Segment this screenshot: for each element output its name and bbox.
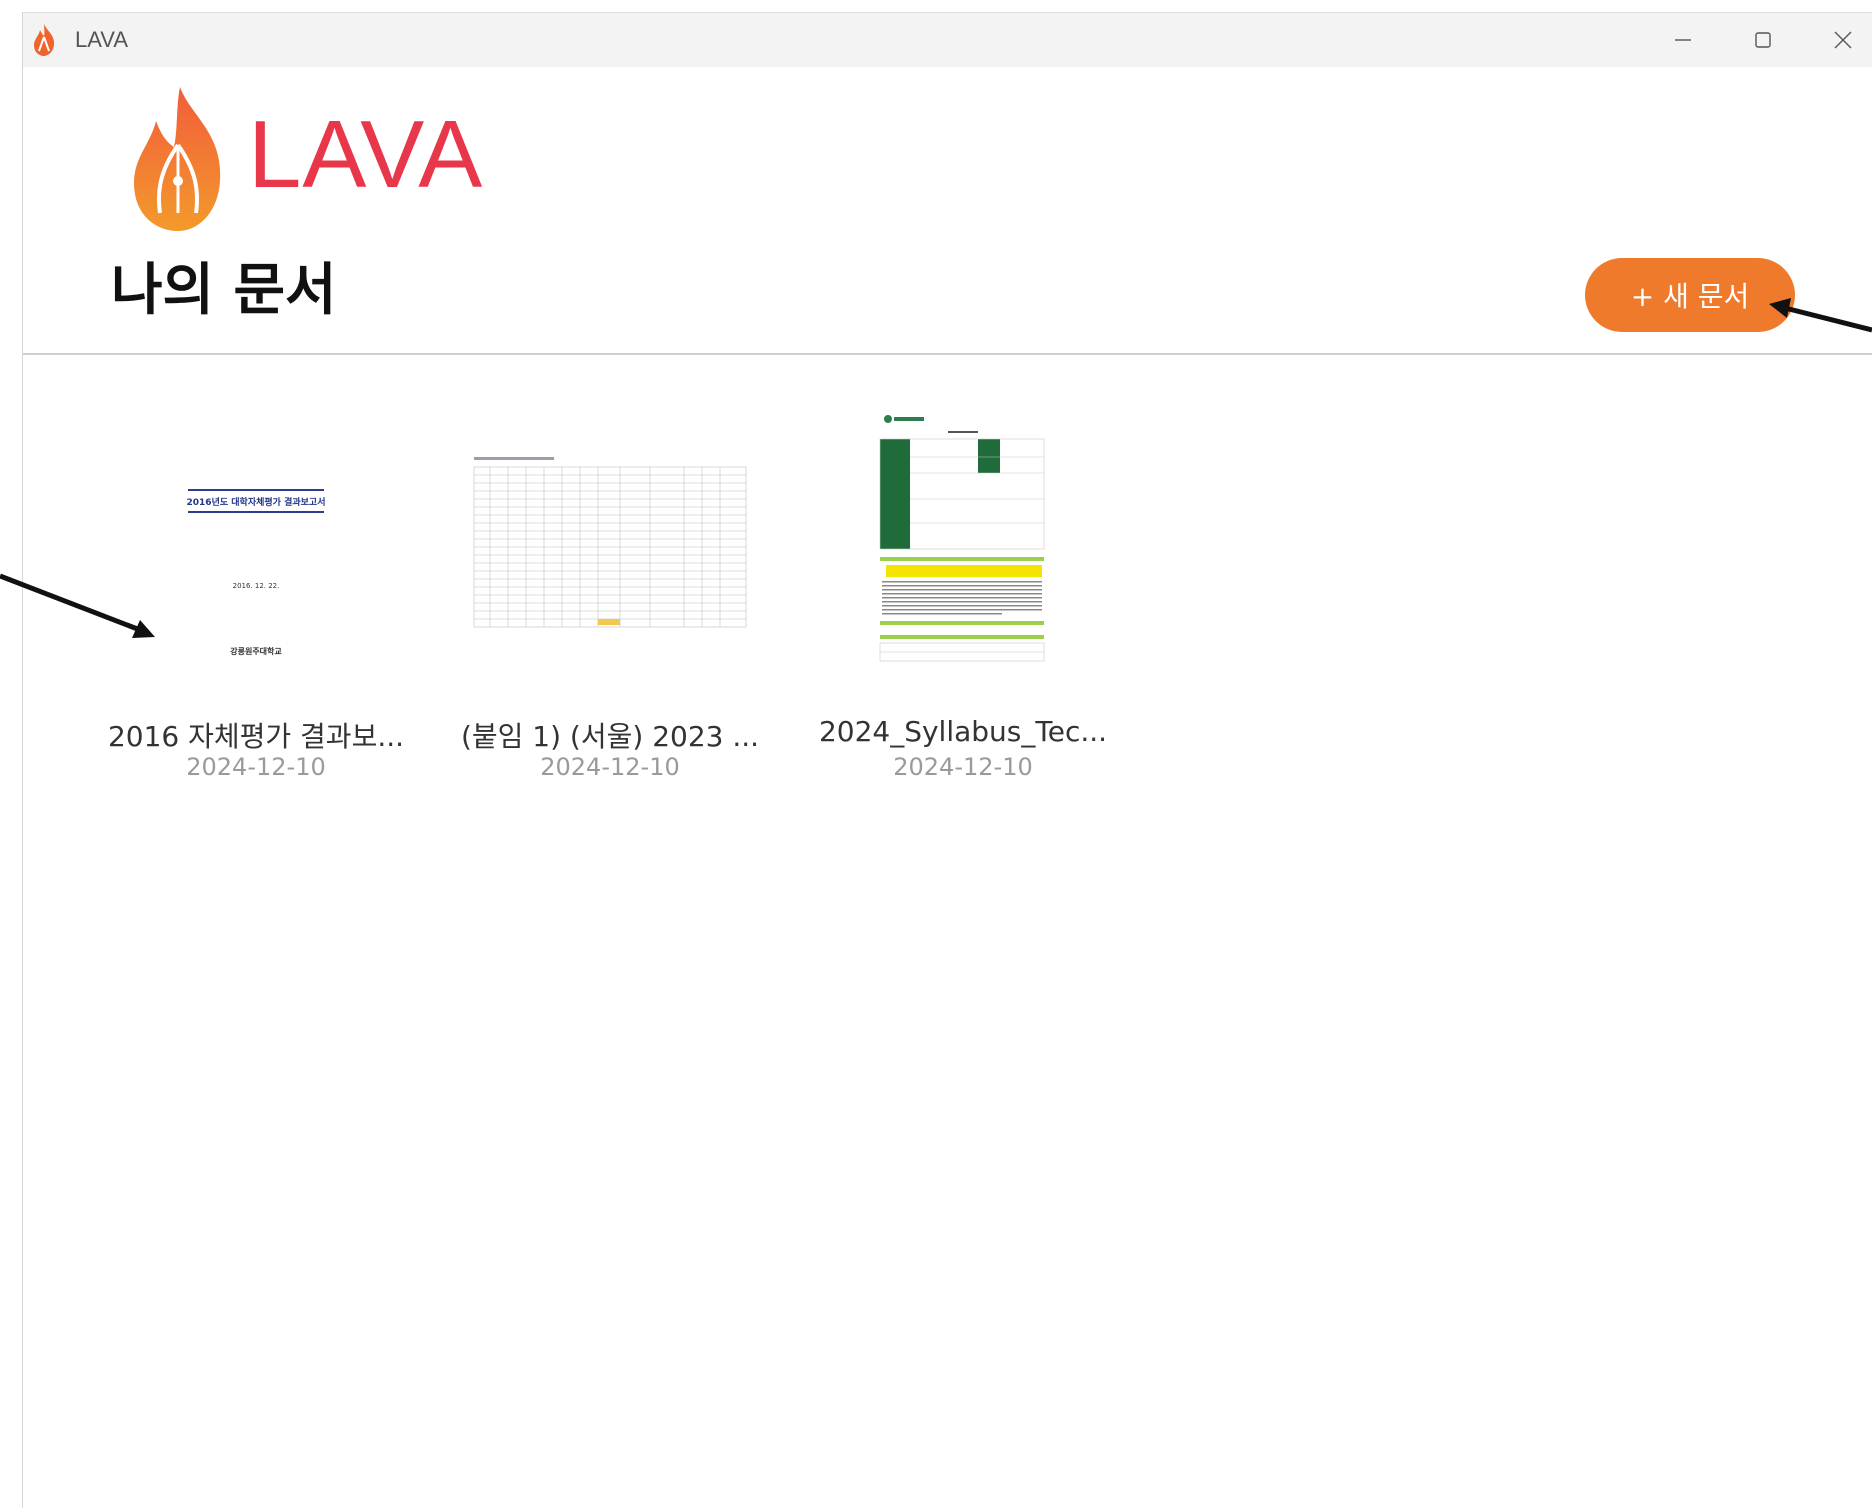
header-divider <box>23 353 1872 355</box>
close-icon <box>1834 31 1852 49</box>
spreadsheet-thumbnail <box>470 453 750 633</box>
thumb-title: 2016년도 대학자체평가 결과보고서 <box>187 496 326 508</box>
title-bar[interactable]: LAVA <box>23 13 1872 67</box>
document-thumbnail[interactable] <box>803 393 1123 693</box>
thumb-date: 2016. 12. 22. <box>233 582 280 590</box>
document-thumbnail[interactable]: 2016년도 대학자체평가 결과보고서 2016. 12. 22. 강릉원주대학… <box>96 393 416 693</box>
window-title: LAVA <box>75 27 128 52</box>
flame-logo-icon <box>134 87 221 231</box>
app-window: LAVA LAVA 나의 문서 + 새 문서 2016년도 대학자체평가 결과보… <box>22 12 1872 1508</box>
minimize-button[interactable] <box>1643 13 1723 67</box>
lava-flame-icon <box>34 24 55 56</box>
document-card[interactable]: (붙임 1) (서울) 2023 ... 2024-12-10 <box>450 393 770 813</box>
document-name[interactable]: 2016 자체평가 결과보... <box>96 715 416 755</box>
document-date: 2024-12-10 <box>186 753 326 781</box>
page-title: 나의 문서 <box>111 258 337 323</box>
document-name[interactable]: 2024_Syllabus_Tec... <box>803 715 1123 748</box>
document-card[interactable]: 2024_Syllabus_Tec... 2024-12-10 <box>803 393 1123 813</box>
document-date: 2024-12-10 <box>893 753 1033 781</box>
document-name[interactable]: (붙임 1) (서울) 2023 ... <box>450 715 770 755</box>
thumb-org: 강릉원주대학교 <box>230 646 282 656</box>
report-cover-thumbnail: 2016년도 대학자체평가 결과보고서 2016. 12. 22. 강릉원주대학… <box>166 418 346 668</box>
logo-wordmark: LAVA <box>248 101 484 208</box>
minimize-icon <box>1675 39 1691 41</box>
close-button[interactable] <box>1803 13 1872 67</box>
maximize-icon <box>1755 32 1771 48</box>
document-card[interactable]: 2016년도 대학자체평가 결과보고서 2016. 12. 22. 강릉원주대학… <box>96 393 416 813</box>
document-date: 2024-12-10 <box>540 753 680 781</box>
maximize-button[interactable] <box>1723 13 1803 67</box>
lava-logo: LAVA <box>128 85 518 235</box>
document-thumbnail[interactable] <box>450 393 770 693</box>
new-document-button[interactable]: + 새 문서 <box>1585 258 1795 332</box>
syllabus-thumbnail <box>878 413 1048 673</box>
